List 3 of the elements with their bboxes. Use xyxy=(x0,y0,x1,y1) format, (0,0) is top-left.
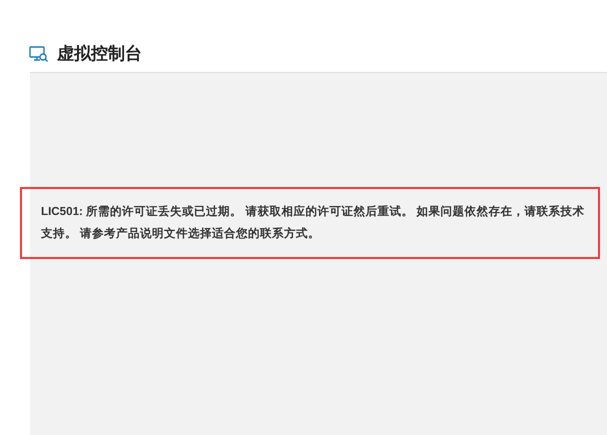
error-message: LIC501: 所需的许可证丢失或已过期。 请获取相应的许可证然后重试。 如果问题依然存在，请联系技术支持。 请参考产品说明文件选择适合您的联系方式。 xyxy=(41,204,586,242)
monitor-search-icon xyxy=(29,46,49,62)
page-title: 虚拟控制台 xyxy=(57,43,142,66)
